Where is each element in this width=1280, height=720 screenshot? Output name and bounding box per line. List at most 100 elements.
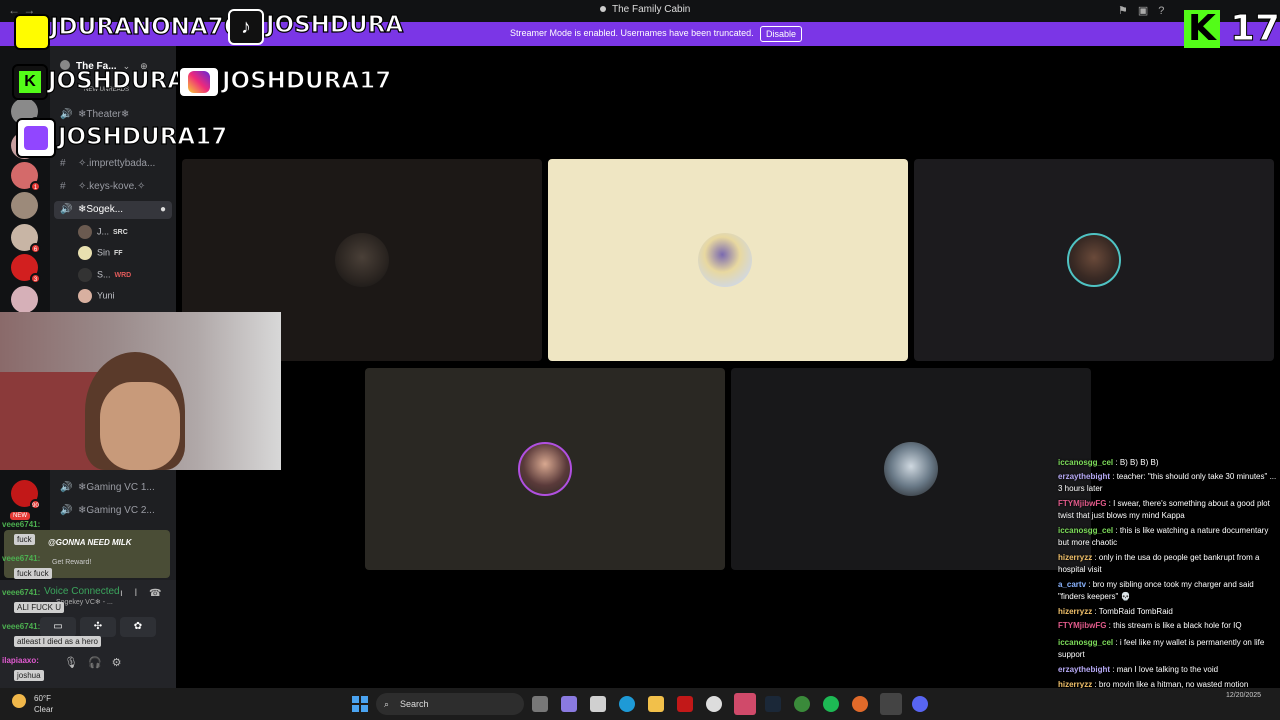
kick-counter: K 17 bbox=[1184, 8, 1280, 50]
weather-icon bbox=[12, 694, 26, 708]
firefox-icon[interactable] bbox=[852, 696, 868, 712]
chat-message: ALI FUCK U bbox=[14, 602, 65, 613]
store-icon[interactable] bbox=[590, 696, 606, 712]
app-icon[interactable] bbox=[734, 693, 756, 715]
webcam-feed bbox=[0, 312, 281, 470]
gear-icon[interactable]: ⚙ bbox=[112, 657, 132, 669]
chat-message-line: iccanosgg_cel : B) B) B) B) bbox=[1058, 457, 1278, 469]
server-icon[interactable] bbox=[11, 192, 38, 219]
chat-username[interactable]: iccanosgg_cel bbox=[1058, 638, 1113, 647]
disconnect-icon[interactable]: ☎ bbox=[149, 588, 173, 599]
chat-username[interactable]: hizerryzz bbox=[1058, 553, 1092, 562]
server-icon[interactable]: 3 bbox=[11, 254, 41, 284]
server-icon[interactable]: 1 bbox=[11, 162, 41, 192]
headphones-icon[interactable]: 🎧 bbox=[88, 657, 112, 669]
server-dot-icon bbox=[600, 6, 606, 13]
chat-username[interactable]: erzaythebight bbox=[1058, 665, 1110, 674]
chat-username[interactable]: FTYMjibwFG bbox=[1058, 499, 1106, 508]
copilot-icon[interactable] bbox=[561, 696, 577, 712]
snapchat-icon bbox=[14, 14, 50, 50]
voice-user[interactable]: J... SRC bbox=[78, 225, 128, 239]
server-badge: 3 bbox=[30, 273, 41, 284]
chat-username[interactable]: iccanosgg_cel bbox=[1058, 526, 1113, 535]
screen-icon[interactable]: ▣ bbox=[1138, 5, 1158, 17]
window-title-text: The Family Cabin bbox=[612, 4, 691, 15]
avatar bbox=[78, 289, 92, 303]
channel-label: ❄Theater❄ bbox=[78, 109, 130, 120]
channel-theater[interactable]: 🔊 ❄Theater❄ bbox=[60, 109, 129, 120]
chat-username[interactable]: hizerryzz bbox=[1058, 607, 1092, 616]
chat-message-line: hizerryzz : TombRaid TombRaid bbox=[1058, 606, 1278, 618]
channel-label: ✧.imprettybada... bbox=[78, 158, 156, 169]
edge-icon[interactable] bbox=[619, 696, 635, 712]
voice-user[interactable]: S... WRD bbox=[78, 268, 131, 282]
chat-username[interactable]: erzaythebight bbox=[1058, 472, 1110, 481]
app-icon[interactable] bbox=[794, 696, 810, 712]
voice-action-buttons: ▭ ✣ ✿ bbox=[40, 616, 170, 637]
soundboard-button[interactable]: ✿ bbox=[120, 617, 156, 637]
chat-message-line: a_cartv : bro my sibling once took my ch… bbox=[1058, 579, 1278, 603]
speaker-icon: 🔊 bbox=[60, 505, 73, 516]
overlay-chat-line: veee6741: fuck fuck bbox=[2, 554, 52, 579]
chat-text: TombRaid TombRaid bbox=[1098, 607, 1173, 616]
voice-user[interactable]: Sin FF bbox=[78, 246, 123, 260]
chat-username[interactable]: iccanosgg_cel bbox=[1058, 458, 1113, 467]
netflix-icon[interactable] bbox=[677, 696, 693, 712]
chat-username[interactable]: FTYMjibwFG bbox=[1058, 621, 1106, 630]
participant-tile[interactable] bbox=[914, 159, 1274, 361]
discord-icon[interactable] bbox=[912, 696, 928, 712]
channel-gaming-vc-1[interactable]: 🔊 ❄Gaming VC 1... bbox=[60, 482, 155, 493]
participant-tile[interactable] bbox=[731, 368, 1091, 570]
camera-button[interactable]: ▭ bbox=[40, 617, 76, 637]
file-explorer-icon[interactable] bbox=[648, 696, 664, 712]
disable-button[interactable]: Disable bbox=[760, 26, 802, 42]
chat-message: fuck bbox=[14, 534, 35, 545]
channel-imprettybada[interactable]: # ✧.imprettybada... bbox=[60, 158, 155, 169]
spotify-icon[interactable] bbox=[823, 696, 839, 712]
channel-label: ✧.keys-kove.✧ bbox=[78, 181, 146, 192]
voice-channel-name[interactable]: Sogekey VC❄ - ... bbox=[56, 598, 113, 606]
channel-keys-kove[interactable]: # ✧.keys-kove.✧ bbox=[60, 181, 145, 192]
microphone-icon[interactable]: 🎙 bbox=[64, 657, 88, 669]
date-text: 12/20/2025 bbox=[1226, 692, 1262, 699]
chat-text: B) B) B) B) bbox=[1119, 458, 1159, 467]
user-tag: FF bbox=[114, 250, 123, 258]
chat-username[interactable]: a_cartv bbox=[1058, 580, 1086, 589]
chat-text: this stream is like a black hole for IQ bbox=[1113, 621, 1242, 630]
participant-tile[interactable] bbox=[365, 368, 725, 570]
participant-tile[interactable] bbox=[548, 159, 908, 361]
user-tag: SRC bbox=[113, 229, 128, 237]
user-tag: WRD bbox=[114, 272, 132, 280]
voice-user-name: J... bbox=[97, 226, 110, 237]
help-icon[interactable]: ? bbox=[1158, 5, 1174, 17]
weather-condition: Clear bbox=[34, 705, 54, 714]
chat-separator: : bbox=[1113, 526, 1120, 535]
steam-icon[interactable] bbox=[765, 696, 781, 712]
server-icon[interactable]: 6 bbox=[11, 224, 41, 254]
promo-title: @GONNA NEED MILK bbox=[48, 538, 132, 547]
kick-handle: JOSHDURA bbox=[47, 67, 186, 94]
hash-icon: # bbox=[60, 181, 66, 192]
signal-icon[interactable]: ıl bbox=[120, 588, 149, 599]
avatar bbox=[78, 225, 92, 239]
media-player-icon[interactable] bbox=[880, 693, 902, 715]
clock[interactable]: 12/20/2025 bbox=[1226, 692, 1261, 699]
chat-user: veee6741: bbox=[2, 588, 41, 597]
channel-gaming-vc-2[interactable]: 🔊 ❄Gaming VC 2... bbox=[60, 505, 155, 516]
chat-user: ilapiaaxo: bbox=[2, 656, 39, 665]
search-input[interactable]: ⌕ Search bbox=[376, 693, 524, 715]
voice-icons: ıl☎ bbox=[120, 588, 173, 599]
chat-icon[interactable]: ● bbox=[160, 201, 166, 219]
chat-text: man I love talking to the void bbox=[1116, 665, 1219, 674]
channel-sogekey-active[interactable]: 🔊 ❄Sogek... ● bbox=[54, 201, 172, 219]
start-icon[interactable] bbox=[352, 696, 368, 712]
activity-button[interactable]: ✣ bbox=[80, 617, 116, 637]
task-view-icon[interactable] bbox=[532, 696, 548, 712]
inbox-icon[interactable]: ⚑ bbox=[1118, 5, 1138, 17]
server-icon[interactable]: 90 bbox=[11, 480, 41, 510]
voice-user[interactable]: Yuni bbox=[78, 289, 115, 303]
app-icon[interactable] bbox=[706, 696, 722, 712]
server-badge: 90 bbox=[30, 499, 41, 510]
weather-widget[interactable]: 60°F Clear bbox=[12, 694, 53, 714]
server-icon[interactable] bbox=[11, 286, 38, 313]
